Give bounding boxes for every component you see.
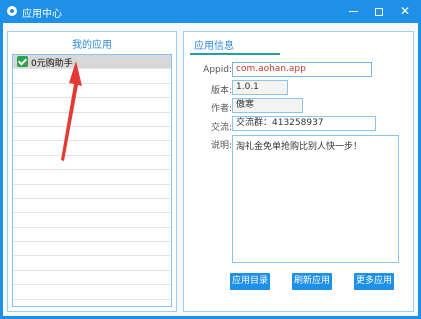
empty-list-row[interactable] [13, 242, 171, 257]
list-item[interactable]: 0元购助手 [13, 55, 171, 70]
app-list[interactable]: 0元购助手 [12, 54, 172, 307]
close-button[interactable]: ✕ [395, 2, 415, 20]
app-item-label: 0元购助手 [31, 59, 73, 69]
description-label: 说明: [210, 141, 232, 151]
version-field[interactable]: 1.0.1 [232, 80, 288, 95]
close-icon: ✕ [399, 4, 411, 18]
empty-list-row[interactable] [13, 141, 171, 156]
empty-list-row[interactable] [13, 98, 171, 113]
app-catalog-button[interactable]: 应用目录 [230, 273, 270, 290]
author-label: 作者: [210, 104, 232, 114]
empty-list-row[interactable] [13, 271, 171, 286]
empty-list-row[interactable] [13, 213, 171, 228]
empty-list-row[interactable] [13, 69, 171, 84]
empty-list-row[interactable] [13, 113, 171, 127]
contact-field[interactable]: 交流群：413258937 [232, 116, 376, 131]
maximize-button[interactable] [369, 2, 389, 20]
minimize-icon [348, 11, 358, 12]
refresh-apps-button[interactable]: 刷新应用 [292, 273, 332, 290]
description-field[interactable]: 淘礼金免单抢购比别人快一步！ [232, 135, 399, 263]
empty-list-row[interactable] [13, 156, 171, 171]
maximize-icon [375, 7, 383, 16]
my-apps-title: 我的应用 [72, 40, 112, 51]
author-field[interactable]: 傲寒 [232, 98, 303, 113]
contact-label: 交流: [210, 123, 232, 133]
tab-app-info[interactable]: 应用信息 [194, 37, 234, 52]
appid-label: Appid: [203, 65, 232, 75]
appid-field[interactable]: com.aohan.app [232, 62, 372, 77]
minimize-button[interactable] [343, 2, 363, 20]
client-area: 我的应用 0元购助手 应用信息 Appid: com.aohan.app 版本:… [3, 23, 418, 316]
my-apps-panel: 我的应用 0元购助手 [7, 31, 177, 312]
empty-list-row[interactable] [13, 127, 171, 142]
empty-list-row[interactable] [13, 228, 171, 243]
app-window: 应用中心 ✕ 我的应用 0元购助手 应用信息 Appid: com.aohan.… [0, 0, 421, 319]
app-logo-icon [7, 6, 17, 16]
app-info-panel: 应用信息 Appid: com.aohan.app 版本: 1.0.1 作者: … [183, 31, 414, 312]
empty-list-row[interactable] [13, 285, 171, 300]
title-bar[interactable]: 应用中心 ✕ [0, 0, 421, 22]
empty-list-row[interactable] [13, 256, 171, 271]
tab-underline [190, 53, 280, 55]
empty-list-row[interactable] [13, 199, 171, 214]
empty-list-row[interactable] [13, 185, 171, 199]
checkbox-checked-icon[interactable] [17, 56, 28, 67]
empty-list-row[interactable] [13, 170, 171, 185]
more-apps-button[interactable]: 更多应用 [354, 273, 394, 290]
version-label: 版本: [210, 86, 232, 96]
empty-list-row[interactable] [13, 84, 171, 99]
window-title: 应用中心 [22, 9, 62, 20]
